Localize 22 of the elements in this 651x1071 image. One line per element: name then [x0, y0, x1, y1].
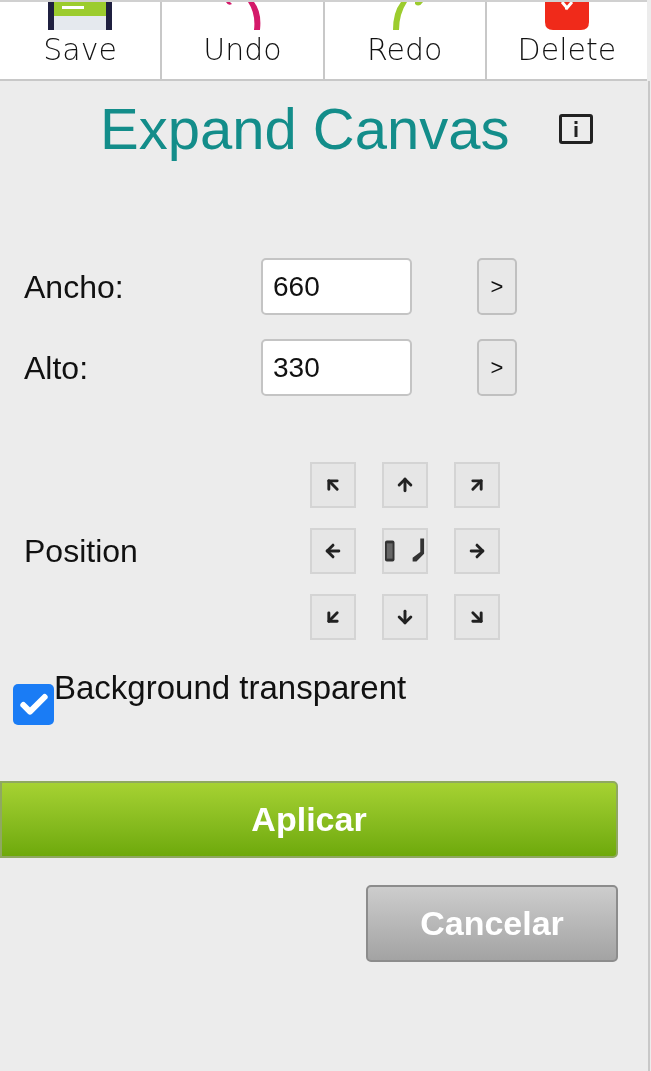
anchor-button[interactable] — [310, 594, 356, 640]
checkbox[interactable] — [13, 684, 54, 725]
anchor-button[interactable] — [454, 528, 500, 574]
arrow-down-icon — [395, 607, 415, 627]
field-label: Ancho: — [24, 267, 125, 307]
anchor-button[interactable] — [310, 462, 356, 508]
anchor-button[interactable] — [310, 528, 356, 574]
position-label: Position — [24, 532, 139, 571]
apply-size-button[interactable]: > — [477, 258, 517, 315]
broken-image-icon — [384, 538, 426, 564]
apply-size-button[interactable]: > — [477, 339, 517, 396]
anchor-button[interactable] — [382, 594, 428, 640]
anchor-button[interactable] — [454, 594, 500, 640]
number-field[interactable]: 330 — [261, 339, 412, 396]
anchor-button[interactable] — [382, 528, 428, 574]
info-icon[interactable] — [559, 114, 594, 144]
field-label: Alto: — [24, 348, 90, 388]
number-field[interactable]: 660 — [261, 258, 412, 315]
anchor-button[interactable] — [454, 462, 500, 508]
anchor-button[interactable] — [382, 462, 428, 508]
checkbox-label: Background transparent — [54, 668, 407, 708]
dialog-title: Expand Canvas — [100, 95, 510, 163]
